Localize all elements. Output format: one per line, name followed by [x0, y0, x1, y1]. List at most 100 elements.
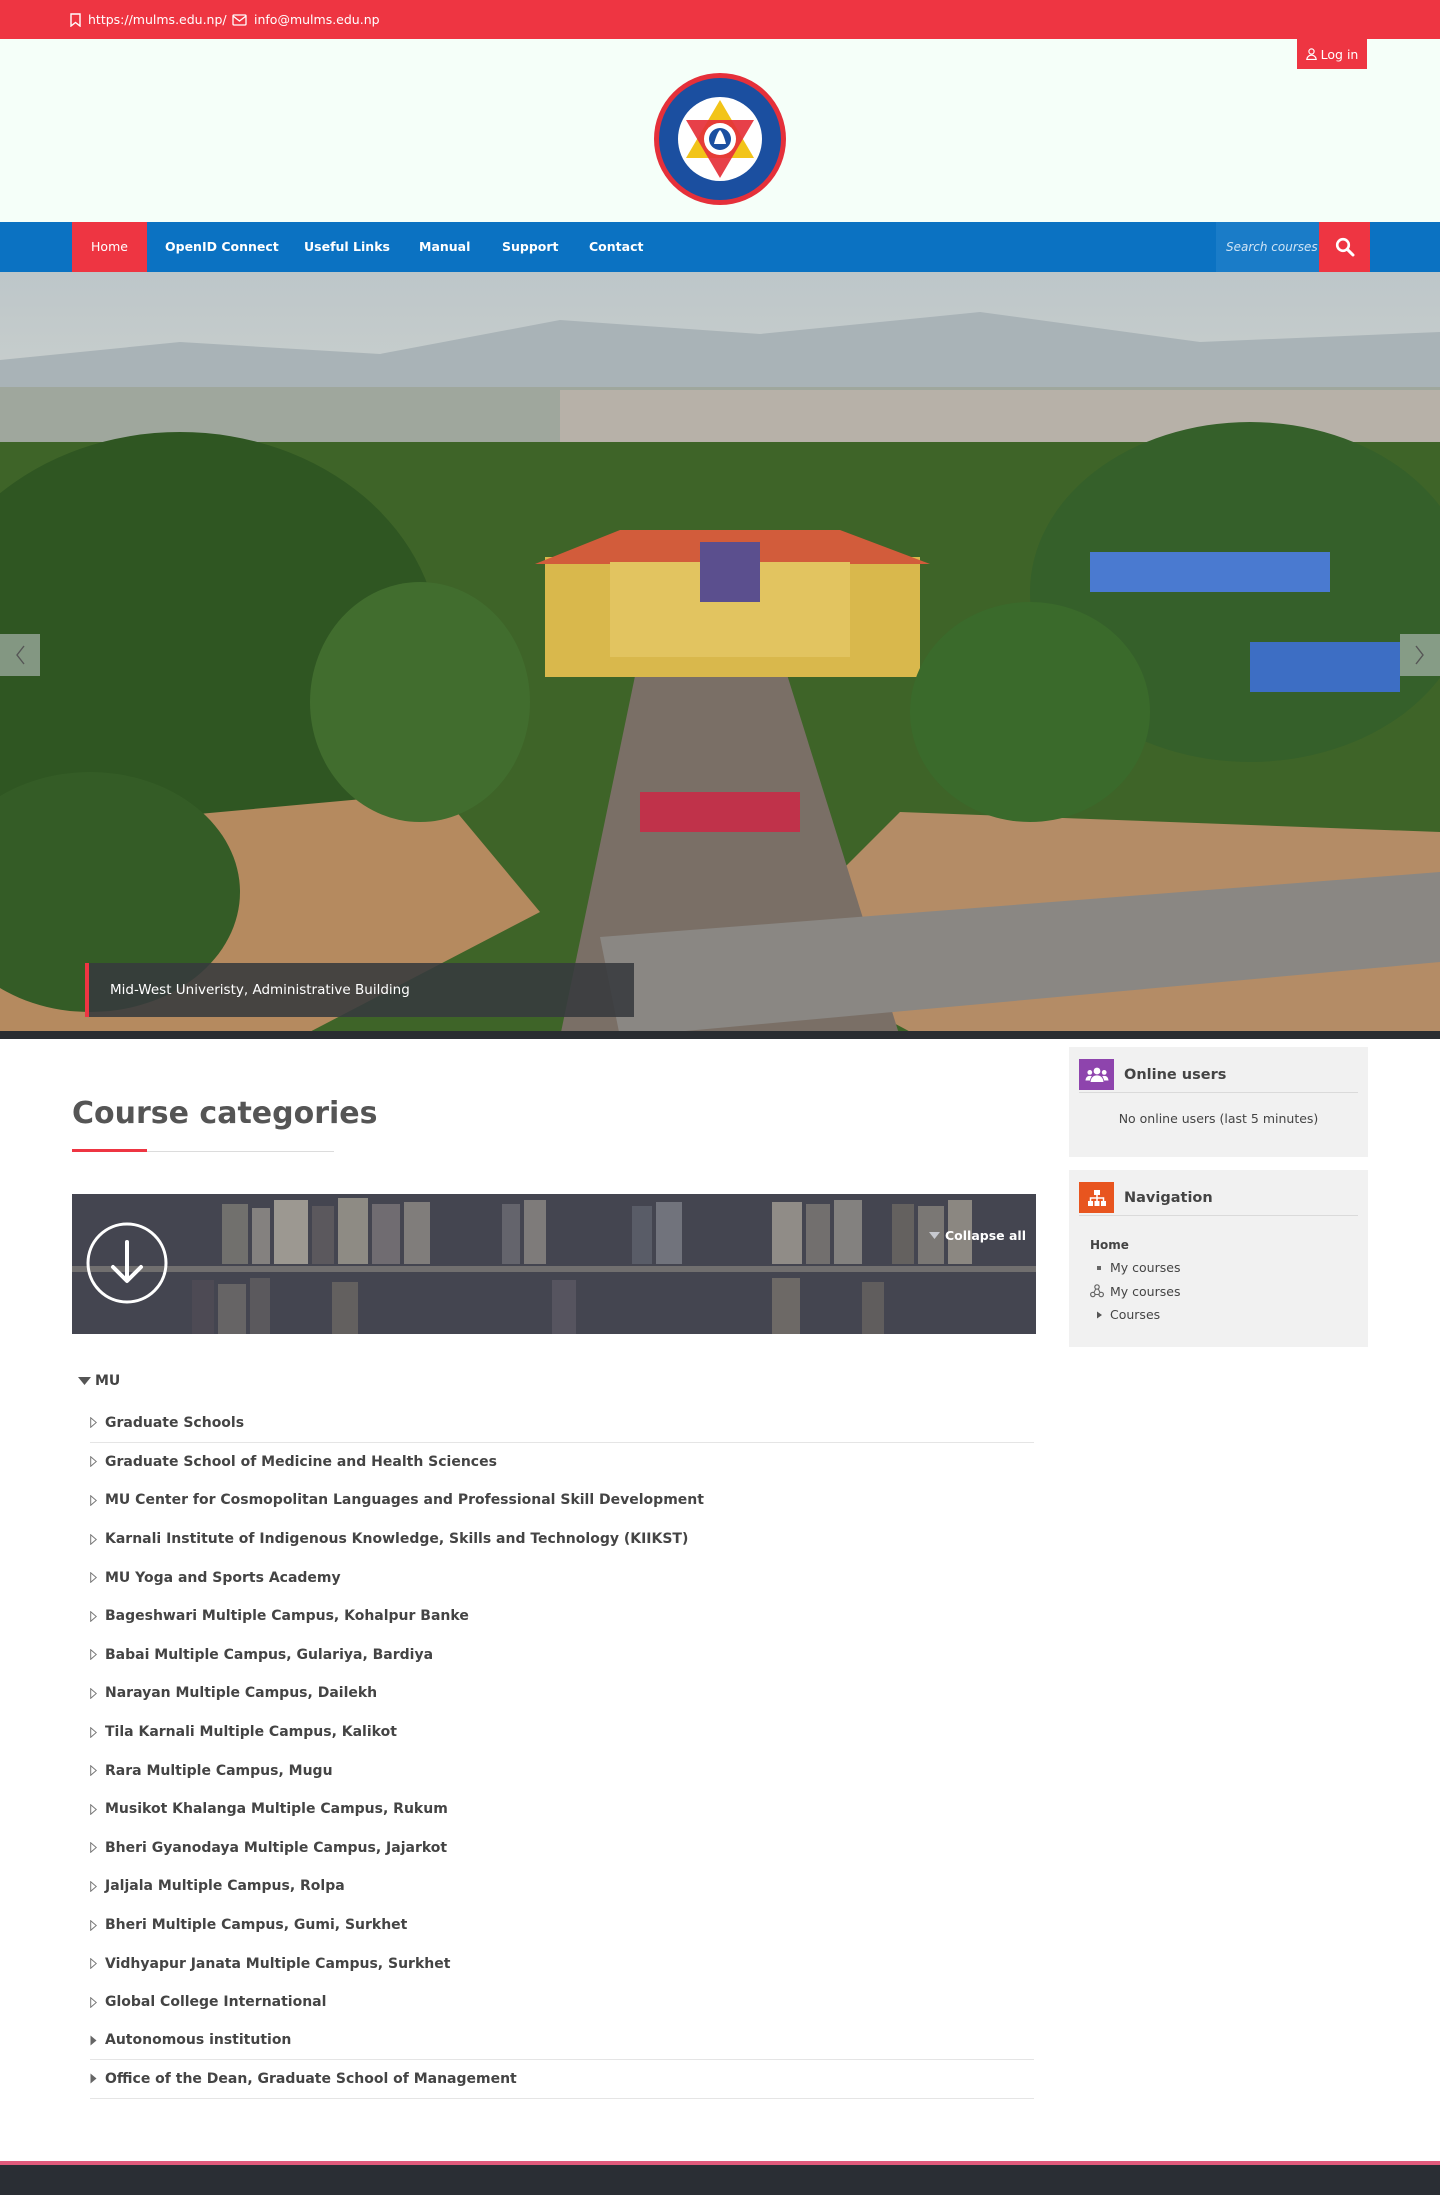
- category-item[interactable]: Bheri Gyanodaya Multiple Campus, Jajarko…: [90, 1829, 1034, 1868]
- main-navigation: Home OpenID Connect Useful Links Manual …: [0, 222, 1440, 272]
- chevron-right-icon: [1415, 645, 1424, 665]
- category-item[interactable]: Bheri Multiple Campus, Gumi, Surkhet: [90, 1906, 1034, 1945]
- category-item[interactable]: Musikot Khalanga Multiple Campus, Rukum: [90, 1790, 1034, 1829]
- email-link[interactable]: info@mulms.edu.np: [232, 12, 380, 27]
- category-label: Karnali Institute of Indigenous Knowledg…: [105, 1531, 689, 1548]
- hero-slider: [0, 272, 1440, 1037]
- nav-tree-my-courses-branch[interactable]: My courses: [1090, 1280, 1180, 1303]
- category-list: Graduate Schools Graduate School of Medi…: [90, 1404, 1034, 2099]
- site-footer: [0, 2165, 1440, 2195]
- category-item[interactable]: Graduate School of Medicine and Health S…: [90, 1443, 1034, 1482]
- nav-support[interactable]: Support: [502, 222, 559, 272]
- caret-right-icon: [90, 2073, 97, 2084]
- nav-contact[interactable]: Contact: [589, 222, 643, 272]
- category-item[interactable]: Babai Multiple Campus, Gulariya, Bardiya: [90, 1636, 1034, 1675]
- caret-right-icon: [90, 1687, 97, 1699]
- caret-down-icon: [929, 1232, 940, 1239]
- category-item[interactable]: Vidhyapur Janata Multiple Campus, Surkhe…: [90, 1944, 1034, 1983]
- envelope-icon: [232, 13, 247, 26]
- login-button[interactable]: Log in: [1297, 39, 1367, 69]
- category-label: MU Yoga and Sports Academy: [105, 1569, 341, 1586]
- nav-tree-home[interactable]: Home: [1090, 1233, 1180, 1256]
- category-item[interactable]: MU Center for Cosmopolitan Languages and…: [90, 1481, 1034, 1520]
- nav-home[interactable]: Home: [72, 222, 147, 272]
- caret-right-icon: [90, 1610, 97, 1622]
- category-item[interactable]: Tila Karnali Multiple Campus, Kalikot: [90, 1713, 1034, 1752]
- category-item[interactable]: Jaljala Multiple Campus, Rolpa: [90, 1867, 1034, 1906]
- hero-bottom-border: [0, 1031, 1440, 1039]
- search-input[interactable]: Search courses: [1216, 222, 1319, 272]
- sitemap-icon: [1079, 1182, 1114, 1213]
- caret-right-icon: [90, 1996, 97, 2008]
- caret-right-icon: [90, 1765, 97, 1777]
- network-icon: [1090, 1284, 1104, 1298]
- category-label: Jaljala Multiple Campus, Rolpa: [105, 1878, 345, 1895]
- category-label: Musikot Khalanga Multiple Campus, Rukum: [105, 1801, 448, 1818]
- nav-tree-courses[interactable]: Courses: [1090, 1303, 1180, 1326]
- bookmark-icon: [70, 12, 81, 27]
- nav-manual[interactable]: Manual: [419, 222, 470, 272]
- caret-right-icon: [90, 1919, 97, 1931]
- navigation-block: Navigation Home My courses My courses Co…: [1069, 1170, 1368, 1347]
- login-label: Log in: [1320, 46, 1359, 62]
- category-label: Babai Multiple Campus, Gulariya, Bardiya: [105, 1646, 434, 1663]
- caret-right-icon: [90, 1572, 97, 1584]
- category-label: Vidhyapur Janata Multiple Campus, Surkhe…: [105, 1955, 451, 1972]
- category-item[interactable]: Rara Multiple Campus, Mugu: [90, 1751, 1034, 1790]
- website-link[interactable]: https://mulms.edu.np/: [70, 12, 227, 27]
- slider-next-button[interactable]: [1400, 634, 1440, 676]
- category-label: Tila Karnali Multiple Campus, Kalikot: [105, 1724, 397, 1741]
- nav-openid-connect[interactable]: OpenID Connect: [165, 222, 279, 272]
- university-logo[interactable]: [653, 72, 787, 206]
- category-label: MU Center for Cosmopolitan Languages and…: [105, 1492, 704, 1509]
- category-item[interactable]: MU Yoga and Sports Academy: [90, 1558, 1034, 1597]
- top-contact-bar: https://mulms.edu.np/ info@mulms.edu.np: [0, 0, 1440, 39]
- caret-right-icon: [90, 2035, 97, 2046]
- nav-useful-links[interactable]: Useful Links: [304, 222, 390, 272]
- category-label: Bheri Multiple Campus, Gumi, Surkhet: [105, 1917, 408, 1934]
- bookshelf-image: [72, 1194, 1036, 1334]
- nav-tree-my-courses[interactable]: My courses: [1090, 1256, 1180, 1279]
- caret-right-icon: [90, 1417, 97, 1429]
- caret-right-icon: [90, 1456, 97, 1468]
- caret-right-icon: [90, 1726, 97, 1738]
- category-item[interactable]: Graduate Schools: [90, 1404, 1034, 1443]
- category-label: Graduate School of Medicine and Health S…: [105, 1453, 497, 1470]
- arrow-down-circle-icon: [86, 1222, 168, 1304]
- search-button[interactable]: [1319, 222, 1370, 272]
- category-label: Narayan Multiple Campus, Dailekh: [105, 1685, 378, 1702]
- category-item[interactable]: Narayan Multiple Campus, Dailekh: [90, 1674, 1034, 1713]
- category-banner: [72, 1194, 1036, 1334]
- title-underline-accent: [72, 1149, 147, 1152]
- collapse-all-label: Collapse all: [945, 1228, 1026, 1243]
- caret-right-icon: [90, 1803, 97, 1815]
- users-icon: [1079, 1059, 1114, 1090]
- category-item[interactable]: Global College International: [90, 1983, 1034, 2022]
- search-icon: [1335, 237, 1354, 257]
- category-item[interactable]: Office of the Dean, Graduate School of M…: [90, 2060, 1034, 2099]
- category-item[interactable]: Autonomous institution: [90, 2022, 1034, 2061]
- caret-right-icon: [90, 1533, 97, 1545]
- category-label: Bageshwari Multiple Campus, Kohalpur Ban…: [105, 1608, 469, 1625]
- category-label: Global College International: [105, 1994, 327, 2011]
- category-item[interactable]: Bageshwari Multiple Campus, Kohalpur Ban…: [90, 1597, 1034, 1636]
- site-header: Log in: [0, 39, 1440, 222]
- collapse-all-link[interactable]: Collapse all: [929, 1228, 1026, 1243]
- online-users-header: Online users: [1079, 1057, 1358, 1093]
- caret-right-icon: [90, 1880, 97, 1892]
- email-address: info@mulms.edu.np: [254, 12, 380, 27]
- caret-right-icon: [1097, 1311, 1102, 1319]
- slider-prev-button[interactable]: [0, 634, 40, 676]
- online-users-block: Online users No online users (last 5 min…: [1069, 1047, 1368, 1157]
- user-icon: [1305, 48, 1317, 60]
- slide-caption: Mid-West Univeristy, Administrative Buil…: [85, 963, 634, 1017]
- page-title: Course categories: [72, 1096, 378, 1131]
- category-item[interactable]: Karnali Institute of Indigenous Knowledg…: [90, 1520, 1034, 1559]
- category-root-mu[interactable]: MU: [78, 1373, 120, 1389]
- category-label: Graduate Schools: [105, 1414, 245, 1431]
- caret-down-icon: [78, 1377, 91, 1385]
- hero-image: [0, 272, 1440, 1037]
- category-label: Rara Multiple Campus, Mugu: [105, 1762, 333, 1779]
- category-root-label: MU: [95, 1373, 121, 1389]
- bullet-icon: [1097, 1265, 1101, 1270]
